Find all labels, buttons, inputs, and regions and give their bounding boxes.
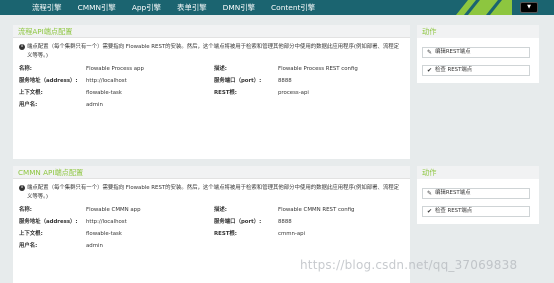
endpoint-notice: i 端点配置（每个集群只有一个）需要指向 Flowable REST的安装。然后…	[13, 179, 410, 201]
notice-text: 端点配置（每个集群只有一个）需要指向 Flowable REST的安装。然后，这…	[27, 185, 400, 200]
notice-text: 端点配置（每个集群只有一个）需要指向 Flowable REST的安装。然后，这…	[27, 44, 400, 59]
check-icon: ✔	[427, 208, 433, 215]
process-actions-panel: 动作 ✎ 编辑REST端点 ✔ 检查 REST端点	[417, 25, 539, 83]
nav-process-engine[interactable]: 流程引擎	[0, 0, 70, 15]
user-menu-button[interactable]: ▼	[520, 2, 538, 13]
nav-menu: 流程引擎 CMMN引擎 App引擎 表单引擎 DMN引擎 Content引擎	[0, 0, 323, 15]
username-value: admin	[86, 243, 103, 249]
check-button-label: 检查 REST端点	[435, 67, 473, 73]
port-value: 8888	[278, 78, 292, 84]
check-rest-endpoint-button[interactable]: ✔ 检查 REST端点	[422, 65, 530, 76]
nav-dmn-engine[interactable]: DMN引擎	[215, 0, 263, 15]
cmmn-actions-panel: 动作 ✎ 编辑REST端点 ✔ 检查 REST端点	[417, 166, 539, 224]
rest-root-value: process-api	[278, 90, 309, 96]
port-label: 服务端口（port）:	[214, 78, 262, 84]
flowable-logo	[456, 0, 512, 15]
info-icon: i	[19, 185, 25, 191]
name-label: 名称:	[19, 207, 32, 213]
name-value: Flowable CMMN app	[86, 207, 141, 213]
edit-button-label: 编辑REST端点	[435, 49, 471, 55]
description-value: Flowable CMMN REST config	[278, 207, 355, 213]
process-api-panel: 流程API端点配置 i 端点配置（每个集群只有一个）需要指向 Flowable …	[13, 25, 410, 159]
username-value: admin	[86, 102, 103, 108]
username-label: 用户名:	[19, 102, 38, 108]
nav-content-engine[interactable]: Content引擎	[263, 0, 323, 15]
context-root-label: 上下文根:	[19, 231, 43, 237]
nav-app-engine[interactable]: App引擎	[124, 0, 169, 15]
pencil-icon: ✎	[427, 190, 433, 197]
context-root-value: flowable-task	[86, 231, 122, 237]
endpoint-notice: i 端点配置（每个集群只有一个）需要指向 Flowable REST的安装。然后…	[13, 38, 410, 60]
rest-root-value: cmmn-api	[278, 231, 306, 237]
name-label: 名称:	[19, 66, 32, 72]
address-label: 服务地址（address）:	[19, 219, 78, 225]
actions-title: 动作	[417, 25, 539, 38]
actions-title: 动作	[417, 166, 539, 179]
context-root-value: flowable-task	[86, 90, 122, 96]
edit-rest-endpoint-button[interactable]: ✎ 编辑REST端点	[422, 188, 530, 199]
check-icon: ✔	[427, 67, 433, 74]
nav-cmmn-engine[interactable]: CMMN引擎	[70, 0, 124, 15]
edit-button-label: 编辑REST端点	[435, 190, 471, 196]
check-button-label: 检查 REST端点	[435, 208, 473, 214]
watermark: https://blog.csdn.net/qq_37069838	[300, 258, 518, 272]
top-navbar: 流程引擎 CMMN引擎 App引擎 表单引擎 DMN引擎 Content引擎 ▼	[0, 0, 554, 15]
port-value: 8888	[278, 219, 292, 225]
description-label: 描述:	[214, 207, 227, 213]
pencil-icon: ✎	[427, 49, 433, 56]
check-rest-endpoint-button[interactable]: ✔ 检查 REST端点	[422, 206, 530, 217]
address-label: 服务地址（address）:	[19, 78, 78, 84]
address-value: http://localhost	[86, 78, 127, 84]
panel-title: CMMN API端点配置	[13, 166, 410, 179]
rest-root-label: REST根:	[214, 231, 237, 237]
nav-form-engine[interactable]: 表单引擎	[169, 0, 215, 15]
panel-title: 流程API端点配置	[13, 25, 410, 38]
context-root-label: 上下文根:	[19, 90, 43, 96]
info-icon: i	[19, 44, 25, 50]
name-value: Flowable Process app	[86, 66, 144, 72]
description-value: Flowable Process REST config	[278, 66, 358, 72]
description-label: 描述:	[214, 66, 227, 72]
username-label: 用户名:	[19, 243, 38, 249]
port-label: 服务端口（port）:	[214, 219, 262, 225]
rest-root-label: REST根:	[214, 90, 237, 96]
address-value: http://localhost	[86, 219, 127, 225]
edit-rest-endpoint-button[interactable]: ✎ 编辑REST端点	[422, 47, 530, 58]
